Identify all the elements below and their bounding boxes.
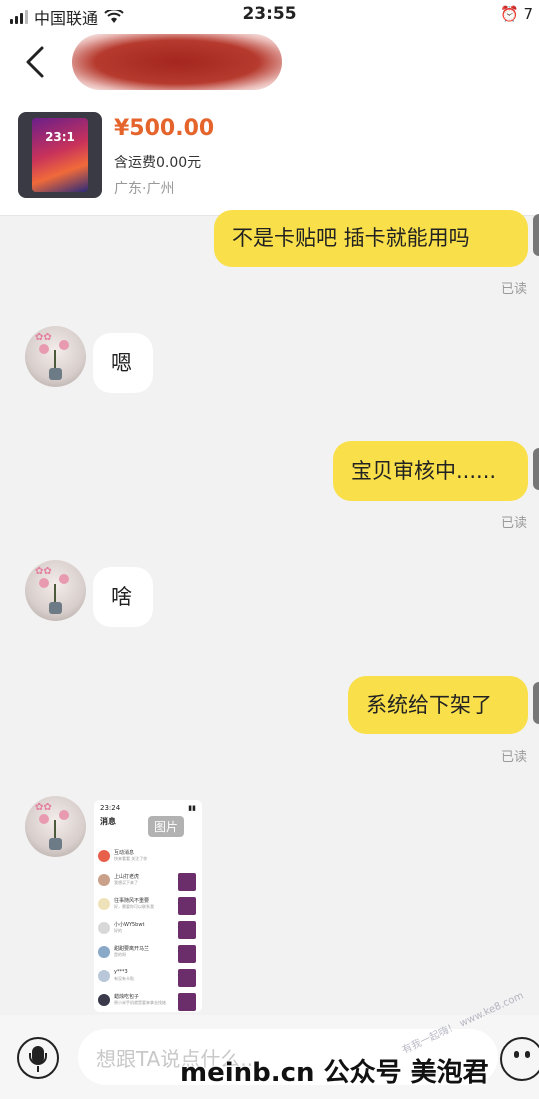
- shot-row-name: 小小WY5bwt: [114, 922, 145, 928]
- avatar-flower-icon: [39, 344, 49, 354]
- message-bubble-theirs[interactable]: 啥: [93, 567, 153, 627]
- chat-header: 沛: [0, 30, 539, 100]
- avatar-flower-icon: ✿✿: [35, 566, 52, 577]
- shot-row: 小小WY5bwt 好的: [98, 920, 198, 940]
- product-price: ¥500.00: [114, 116, 215, 141]
- shot-status-bar: 23:24 ▮▮: [94, 800, 202, 816]
- shot-avatar: [98, 994, 110, 1006]
- alarm-indicator: ⏰ 7: [500, 5, 533, 23]
- image-message-screenshot[interactable]: 23:24 ▮▮ 消息 图片 互动消息 快来看看 关注了你 上山打老虎 我想买下来了 …: [94, 800, 202, 1012]
- back-arrow-icon[interactable]: [22, 44, 52, 80]
- shot-row-name: y***3: [114, 969, 128, 975]
- mic-stand: [37, 1066, 39, 1072]
- shot-avatar: [98, 922, 110, 934]
- shot-avatar: [98, 850, 110, 862]
- shot-row-sub: 原小米手机就是要来拿去找她: [114, 1000, 166, 1005]
- my-avatar-edge: [533, 448, 539, 490]
- shot-row-sub: 是的呀: [114, 952, 126, 957]
- thumbnail-clock-text: 23:1: [45, 130, 75, 144]
- contact-nickname-redacted[interactable]: 沛: [72, 34, 282, 90]
- shot-row: 上山打老虎 我想买下来了: [98, 872, 198, 892]
- shot-row-sub: 有没有卡贴: [114, 976, 134, 981]
- emoji-eye: [514, 1051, 519, 1058]
- shot-row: y***3 有没有卡贴: [98, 968, 198, 988]
- shot-avatar: [98, 970, 110, 982]
- mic-holder: [29, 1053, 47, 1065]
- shot-battery-icon: ▮▮: [188, 804, 196, 812]
- shot-avatar: [98, 874, 110, 886]
- read-receipt: 已读: [500, 750, 527, 765]
- shot-row-name: 蜡烛吃包子: [114, 994, 140, 1000]
- emoji-icon[interactable]: [500, 1037, 539, 1081]
- my-avatar-edge: [533, 214, 539, 256]
- shot-row-sub: 快来看看 关注了你: [114, 856, 148, 861]
- shot-thumb: [178, 897, 196, 915]
- shot-row-name: 互动消息: [114, 850, 135, 856]
- shot-row: 往事随风不重要 好，需要你可以联系我: [98, 896, 198, 916]
- shot-row: 甜甜要离开马兰 是的呀: [98, 944, 198, 964]
- shot-thumb: [178, 993, 196, 1011]
- shipping-fee: 含运费0.00元: [114, 155, 202, 171]
- avatar-flower-icon: ✿✿: [35, 802, 52, 813]
- product-card[interactable]: 23:1 ¥500.00 含运费0.00元 广东·广州: [0, 100, 539, 216]
- microphone-icon[interactable]: [17, 1037, 59, 1079]
- avatar-flower-icon: [39, 578, 49, 588]
- shot-time: 23:24: [100, 804, 121, 812]
- avatar-vase: [49, 838, 62, 850]
- my-avatar-edge: [533, 682, 539, 724]
- message-bubble-theirs[interactable]: 嗯: [93, 333, 153, 393]
- emoji-eye: [525, 1051, 530, 1058]
- product-thumbnail[interactable]: 23:1: [18, 112, 102, 198]
- avatar-flower-icon: ✿✿: [35, 332, 52, 343]
- shot-avatar: [98, 946, 110, 958]
- contact-avatar[interactable]: ✿✿: [25, 796, 86, 857]
- message-bubble-mine[interactable]: 系统给下架了: [348, 676, 528, 734]
- contact-avatar[interactable]: ✿✿: [25, 326, 86, 387]
- shot-thumb: [178, 945, 196, 963]
- shot-row: 蜡烛吃包子 原小米手机就是要来拿去找她: [98, 992, 198, 1012]
- shot-row-sub: 好，需要你可以联系我: [114, 904, 154, 909]
- avatar-vase: [49, 602, 62, 614]
- shot-row-name: 甜甜要离开马兰: [114, 946, 150, 952]
- status-bar: 中国联通 23:55 ⏰ 7: [0, 0, 539, 30]
- image-type-badge: 图片: [148, 816, 185, 837]
- avatar-flower-icon: [59, 574, 69, 584]
- avatar-flower-icon: [59, 340, 69, 350]
- shot-row-sub: 好的: [114, 928, 122, 933]
- read-receipt: 已读: [500, 516, 527, 531]
- read-receipt: 已读: [500, 282, 527, 297]
- avatar-flower-icon: [39, 814, 49, 824]
- status-time: 23:55: [242, 4, 297, 24]
- shot-avatar: [98, 898, 110, 910]
- shot-thumb: [178, 873, 196, 891]
- shot-row-name: 往事随风不重要: [114, 898, 150, 904]
- shot-row-sub: 我想买下来了: [114, 880, 138, 885]
- message-bubble-mine[interactable]: 宝贝审核中......: [333, 441, 528, 501]
- product-location: 广东·广州: [114, 181, 175, 197]
- shot-row-name: 上山打老虎: [114, 874, 140, 880]
- shot-row: 互动消息 快来看看 关注了你: [98, 848, 198, 868]
- message-bubble-mine[interactable]: 不是卡贴吧 插卡就能用吗: [214, 210, 528, 267]
- shot-thumb: [178, 969, 196, 987]
- shot-thumb: [178, 921, 196, 939]
- avatar-flower-icon: [59, 810, 69, 820]
- watermark-text: meinb.cn 公众号 美泡君: [180, 1058, 489, 1088]
- avatar-vase: [49, 368, 62, 380]
- contact-avatar[interactable]: ✿✿: [25, 560, 86, 621]
